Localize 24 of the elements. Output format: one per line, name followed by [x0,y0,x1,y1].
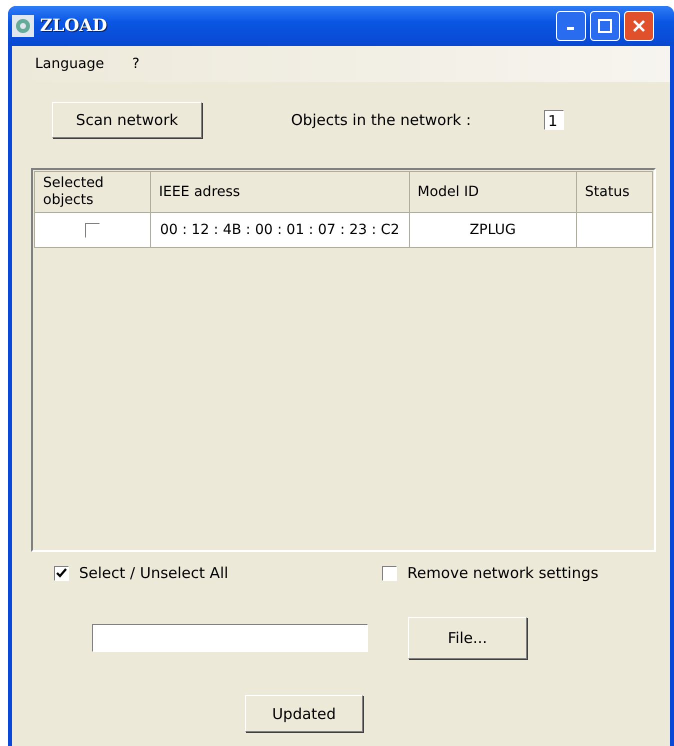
maximize-icon [598,19,612,33]
checkbox[interactable] [382,566,398,580]
close-icon [632,19,646,33]
menu-item[interactable]: Language [35,56,104,72]
file-button[interactable]: File... [408,617,527,659]
app-icon [12,15,34,37]
file-path-field[interactable] [92,624,368,652]
close-button[interactable] [624,11,654,41]
scan-network-button[interactable]: Scan network [52,102,202,138]
checkbox-label: Select / Unselect All [79,564,228,582]
maximize-button[interactable] [590,11,620,41]
checkbox-label: Remove network settings [407,564,598,582]
menu-item[interactable]: ? [132,56,140,72]
objects-count: 1 [544,110,564,130]
updated-button[interactable]: Updated [245,695,363,732]
column-header: Model ID [409,172,576,212]
minimize-button[interactable] [556,11,586,41]
table-cell: 00 : 12 : 4B : 00 : 01 : 07 : 23 : C2 [150,212,410,248]
table-cell: ZPLUG [409,212,576,248]
column-header: Selected objects [34,172,150,212]
column-header: IEEE adress [150,172,410,212]
window-title: ZLOAD [40,16,108,36]
objects-label: Objects in the network : [291,111,471,129]
checkbox[interactable] [54,566,69,580]
